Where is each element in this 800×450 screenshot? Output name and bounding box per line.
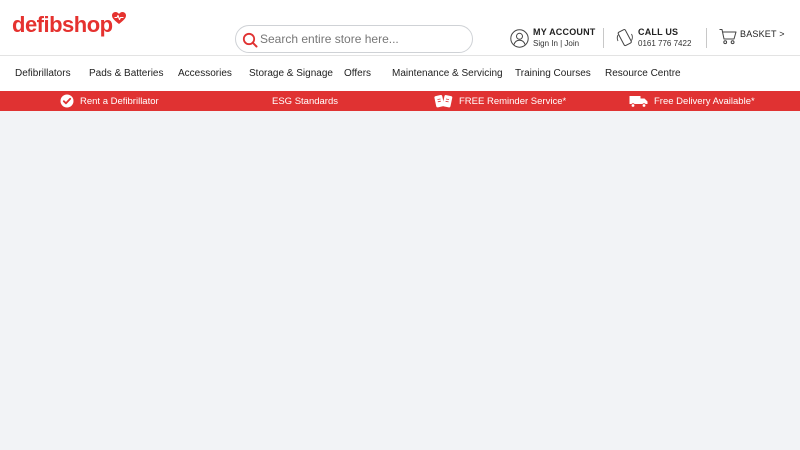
search-input[interactable] bbox=[260, 32, 460, 46]
phone-icon bbox=[616, 29, 633, 47]
check-circle-icon bbox=[60, 94, 74, 108]
basket-icon bbox=[719, 29, 737, 45]
my-account-link[interactable]: MY ACCOUNT Sign In | Join bbox=[510, 27, 596, 49]
header-divider bbox=[706, 28, 707, 48]
call-us-link[interactable]: CALL US 0161 776 7422 bbox=[615, 27, 691, 49]
promo-rent-defibrillator[interactable]: Rent a Defibrillator bbox=[60, 91, 159, 111]
site-logo[interactable]: defibshop bbox=[12, 10, 126, 40]
search-icon[interactable] bbox=[242, 32, 258, 48]
promo-free-delivery[interactable]: Free Delivery Available* bbox=[629, 91, 755, 111]
site-header: defibshop MY ACCOUNT Sign In | Join bbox=[0, 0, 800, 55]
basket-label: BASKET > bbox=[740, 28, 785, 39]
promo-label: FREE Reminder Service* bbox=[459, 95, 567, 107]
nav-item-resource-centre[interactable]: Resource Centre bbox=[605, 68, 681, 79]
promo-label: Free Delivery Available* bbox=[654, 95, 755, 107]
nav-item-accessories[interactable]: Accessories bbox=[178, 68, 232, 79]
account-sign-in-join[interactable]: Sign In | Join bbox=[533, 38, 596, 49]
nav-item-storage-signage[interactable]: Storage & Signage bbox=[249, 68, 333, 79]
main-content bbox=[0, 111, 800, 450]
nav-item-maintenance-servicing[interactable]: Maintenance & Servicing bbox=[392, 68, 503, 79]
main-navigation: Defibrillators Pads & Batteries Accessor… bbox=[0, 55, 800, 91]
logo-text: defibshop bbox=[12, 12, 113, 37]
heart-pulse-icon bbox=[111, 12, 126, 24]
basket-link[interactable]: BASKET > bbox=[719, 28, 785, 45]
promo-label: ESG Standards bbox=[272, 95, 339, 107]
account-title: MY ACCOUNT bbox=[533, 27, 596, 37]
promo-bar: Rent a Defibrillator ESG Standards FREE … bbox=[0, 91, 800, 111]
reminder-cards-icon bbox=[434, 95, 453, 108]
promo-label: Rent a Defibrillator bbox=[80, 95, 159, 107]
promo-esg-standards[interactable]: ESG Standards bbox=[272, 91, 338, 111]
call-number[interactable]: 0161 776 7422 bbox=[638, 38, 691, 49]
nav-item-training-courses[interactable]: Training Courses bbox=[515, 68, 591, 79]
promo-free-reminder-service[interactable]: FREE Reminder Service* bbox=[434, 91, 566, 111]
nav-item-defibrillators[interactable]: Defibrillators bbox=[15, 68, 71, 79]
user-icon bbox=[510, 28, 529, 48]
header-divider bbox=[603, 28, 604, 48]
search-bar[interactable] bbox=[235, 25, 473, 53]
nav-item-offers[interactable]: Offers bbox=[344, 68, 371, 79]
nav-item-pads-batteries[interactable]: Pads & Batteries bbox=[89, 68, 163, 79]
call-title: CALL US bbox=[638, 27, 679, 37]
delivery-truck-icon bbox=[629, 95, 648, 108]
